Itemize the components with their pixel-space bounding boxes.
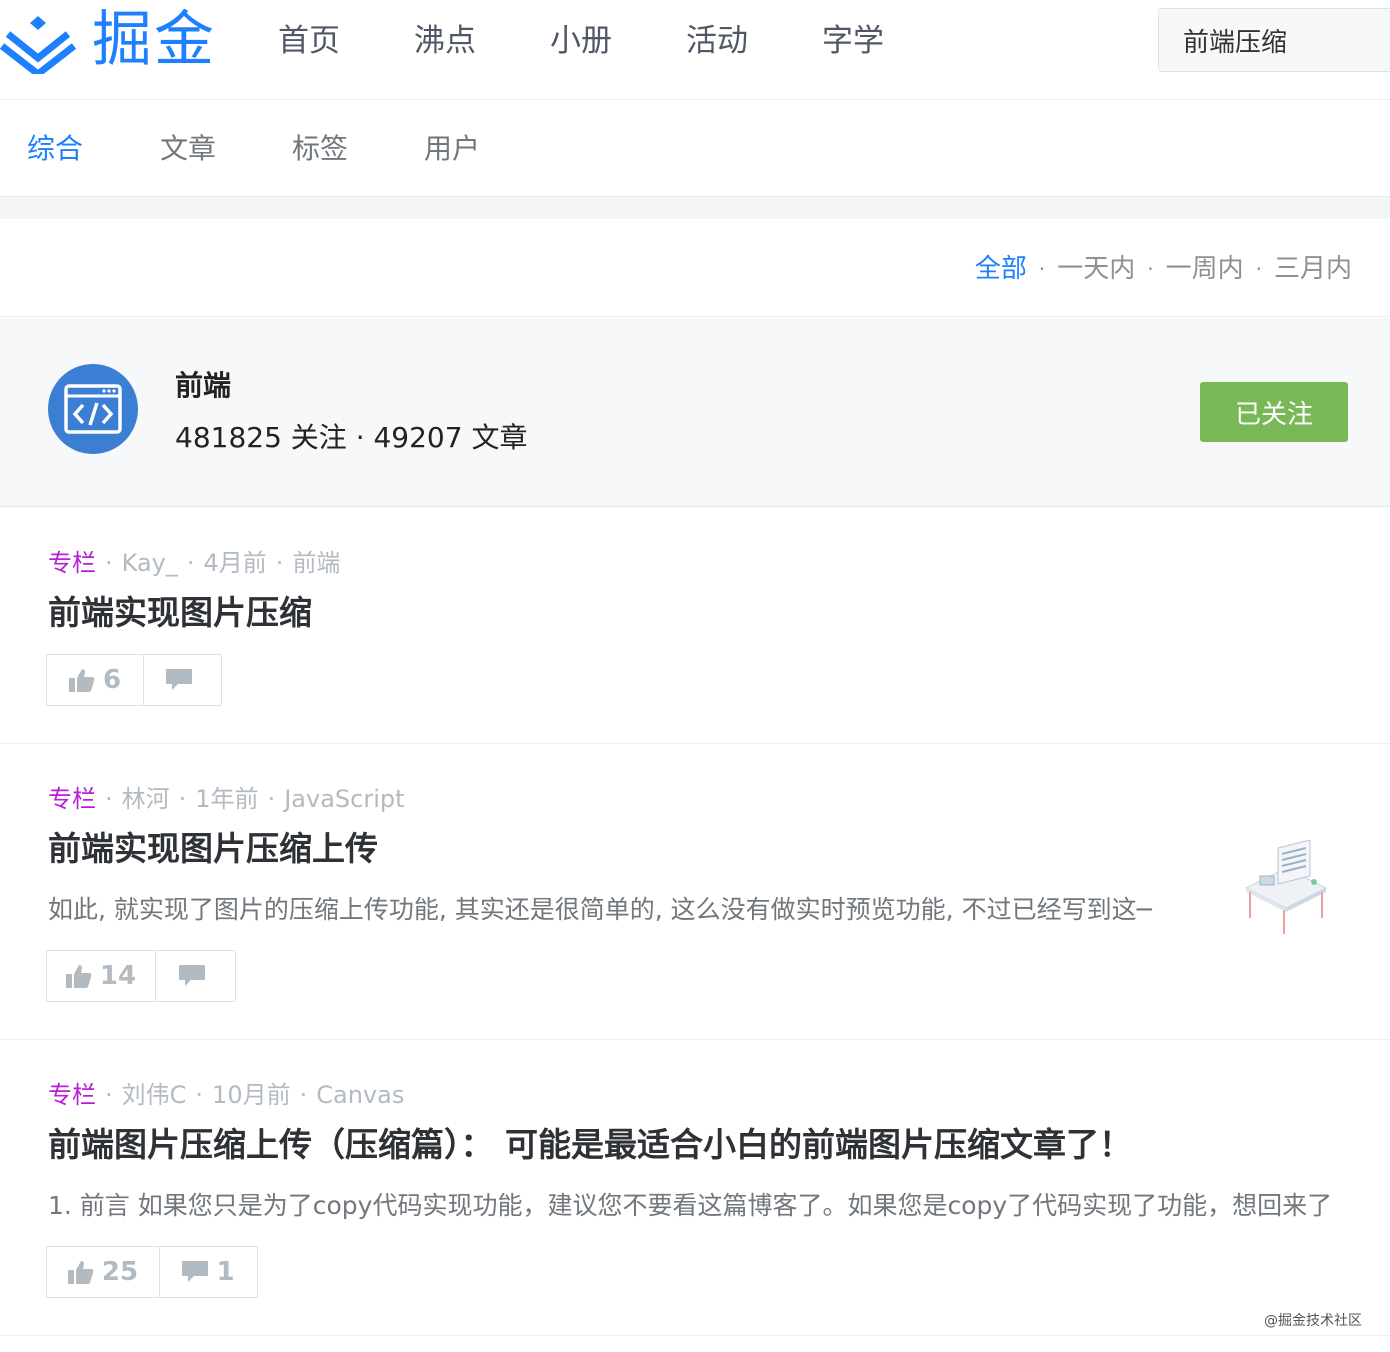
filter-separator: · bbox=[1255, 257, 1262, 281]
filter-three-months[interactable]: 三月内 bbox=[1274, 249, 1352, 289]
follow-button[interactable]: 已关注 bbox=[1200, 382, 1348, 442]
search-type-tabs: 综合 文章 标签 用户 bbox=[0, 101, 1390, 197]
article-author[interactable]: Kay_ bbox=[122, 549, 178, 577]
article-abstract: 1. 前言 如果您只是为了copy代码实现功能，建议您不要看这篇博客了。如果您是… bbox=[48, 1191, 1333, 1220]
comment-button[interactable]: 1 bbox=[159, 1247, 257, 1297]
nav-learn[interactable]: 字学 bbox=[822, 18, 958, 64]
time-filter-list: 全部 · 一天内 · 一周内 · 三月内 bbox=[975, 249, 1352, 289]
nav-home[interactable]: 首页 bbox=[278, 18, 414, 64]
comment-icon bbox=[182, 1261, 209, 1282]
article-title[interactable]: 前端实现图片压缩上传 bbox=[48, 826, 378, 872]
article-time: 4月前 bbox=[203, 549, 267, 577]
code-window-icon bbox=[64, 384, 122, 434]
tag-card: 前端 481825 关注 · 49207 文章 已关注 bbox=[0, 318, 1390, 507]
juejin-logo-icon bbox=[0, 16, 76, 74]
article-abstract: 如此, 就实现了图片的压缩上传功能, 其实还是很简单的, 这么没有做实时预览功能… bbox=[48, 895, 1152, 924]
top-header: 掘金 首页 沸点 小册 活动 字学 bbox=[0, 0, 1390, 100]
article-thumbnail[interactable] bbox=[1238, 840, 1334, 936]
article-time: 1年前 bbox=[195, 785, 259, 813]
thumbs-up-icon bbox=[67, 1261, 94, 1284]
search-box[interactable] bbox=[1158, 8, 1390, 72]
article-tag[interactable]: 前端 bbox=[292, 549, 340, 577]
tag-stats: 481825 关注 · 49207 文章 bbox=[175, 421, 528, 454]
article-title[interactable]: 前端实现图片压缩 bbox=[48, 590, 312, 636]
like-button[interactable]: 25 bbox=[47, 1247, 159, 1297]
like-button[interactable]: 14 bbox=[47, 951, 155, 1001]
logo[interactable]: 掘金 bbox=[0, 6, 216, 74]
article-item[interactable]: 专栏 · 刘伟C · 10月前 · Canvas 前端图片压缩上传（压缩篇）： 可能是最适合… bbox=[0, 1040, 1390, 1336]
article-item[interactable]: 专栏 · Kay_ · 4月前 · 前端 前端实现图片压缩 6 bbox=[0, 508, 1390, 744]
like-button[interactable]: 6 bbox=[47, 655, 143, 705]
comment-count: 1 bbox=[216, 1257, 235, 1287]
article-category[interactable]: 专栏 bbox=[48, 549, 96, 577]
tab-tags[interactable]: 标签 bbox=[292, 129, 348, 169]
filter-separator: · bbox=[1147, 257, 1154, 281]
filter-one-week[interactable]: 一周内 bbox=[1166, 249, 1244, 289]
article-title[interactable]: 前端图片压缩上传（压缩篇）： 可能是最适合小白的前端图片压缩文章了！ bbox=[48, 1122, 1132, 1168]
article-tag[interactable]: JavaScript bbox=[284, 785, 404, 813]
nav-pins[interactable]: 沸点 bbox=[414, 18, 550, 64]
article-category[interactable]: 专栏 bbox=[48, 785, 96, 813]
filter-separator: · bbox=[1038, 257, 1046, 281]
nav-events[interactable]: 活动 bbox=[686, 18, 822, 64]
filter-all[interactable]: 全部 bbox=[975, 249, 1027, 289]
main-nav: 首页 沸点 小册 活动 字学 bbox=[278, 18, 958, 64]
watermark: @掘金技术社区 bbox=[1264, 1313, 1362, 1329]
article-author[interactable]: 林河 bbox=[122, 785, 170, 813]
article-actions: 14 bbox=[46, 950, 236, 1002]
thumbs-up-icon bbox=[68, 669, 95, 692]
tag-name[interactable]: 前端 bbox=[175, 366, 231, 406]
tab-users[interactable]: 用户 bbox=[424, 129, 480, 169]
filter-one-day[interactable]: 一天内 bbox=[1057, 249, 1135, 289]
like-count: 25 bbox=[101, 1257, 139, 1287]
search-input[interactable] bbox=[1183, 25, 1383, 55]
comment-icon bbox=[178, 965, 205, 986]
nav-books[interactable]: 小册 bbox=[550, 18, 686, 64]
article-category[interactable]: 专栏 bbox=[48, 1081, 96, 1109]
like-count: 6 bbox=[102, 665, 122, 695]
comment-icon bbox=[165, 669, 192, 690]
thumbs-up-icon bbox=[65, 965, 92, 988]
article-time: 10月前 bbox=[212, 1081, 291, 1109]
logo-text: 掘金 bbox=[92, 5, 216, 75]
article-item[interactable]: 专栏 · 林河 · 1年前 · JavaScript 前端实现图片压缩上传 如此, 就实现了… bbox=[0, 744, 1390, 1040]
article-tag[interactable]: Canvas bbox=[316, 1081, 404, 1109]
article-meta: 专栏 · 林河 · 1年前 · JavaScript bbox=[48, 785, 405, 813]
section-divider bbox=[0, 197, 1390, 219]
article-meta: 专栏 · Kay_ · 4月前 · 前端 bbox=[48, 549, 341, 577]
article-author[interactable]: 刘伟C bbox=[122, 1081, 187, 1109]
tab-all[interactable]: 综合 bbox=[27, 129, 83, 169]
comment-button[interactable] bbox=[143, 655, 221, 705]
time-filter-bar: 全部 · 一天内 · 一周内 · 三月内 bbox=[0, 219, 1390, 317]
comment-button[interactable] bbox=[155, 951, 235, 1001]
article-meta: 专栏 · 刘伟C · 10月前 · Canvas bbox=[48, 1081, 405, 1109]
article-actions: 6 bbox=[46, 654, 222, 706]
like-count: 14 bbox=[99, 961, 137, 991]
tag-avatar[interactable] bbox=[48, 364, 138, 454]
article-actions: 25 1 bbox=[46, 1246, 258, 1298]
tab-articles[interactable]: 文章 bbox=[160, 129, 216, 169]
